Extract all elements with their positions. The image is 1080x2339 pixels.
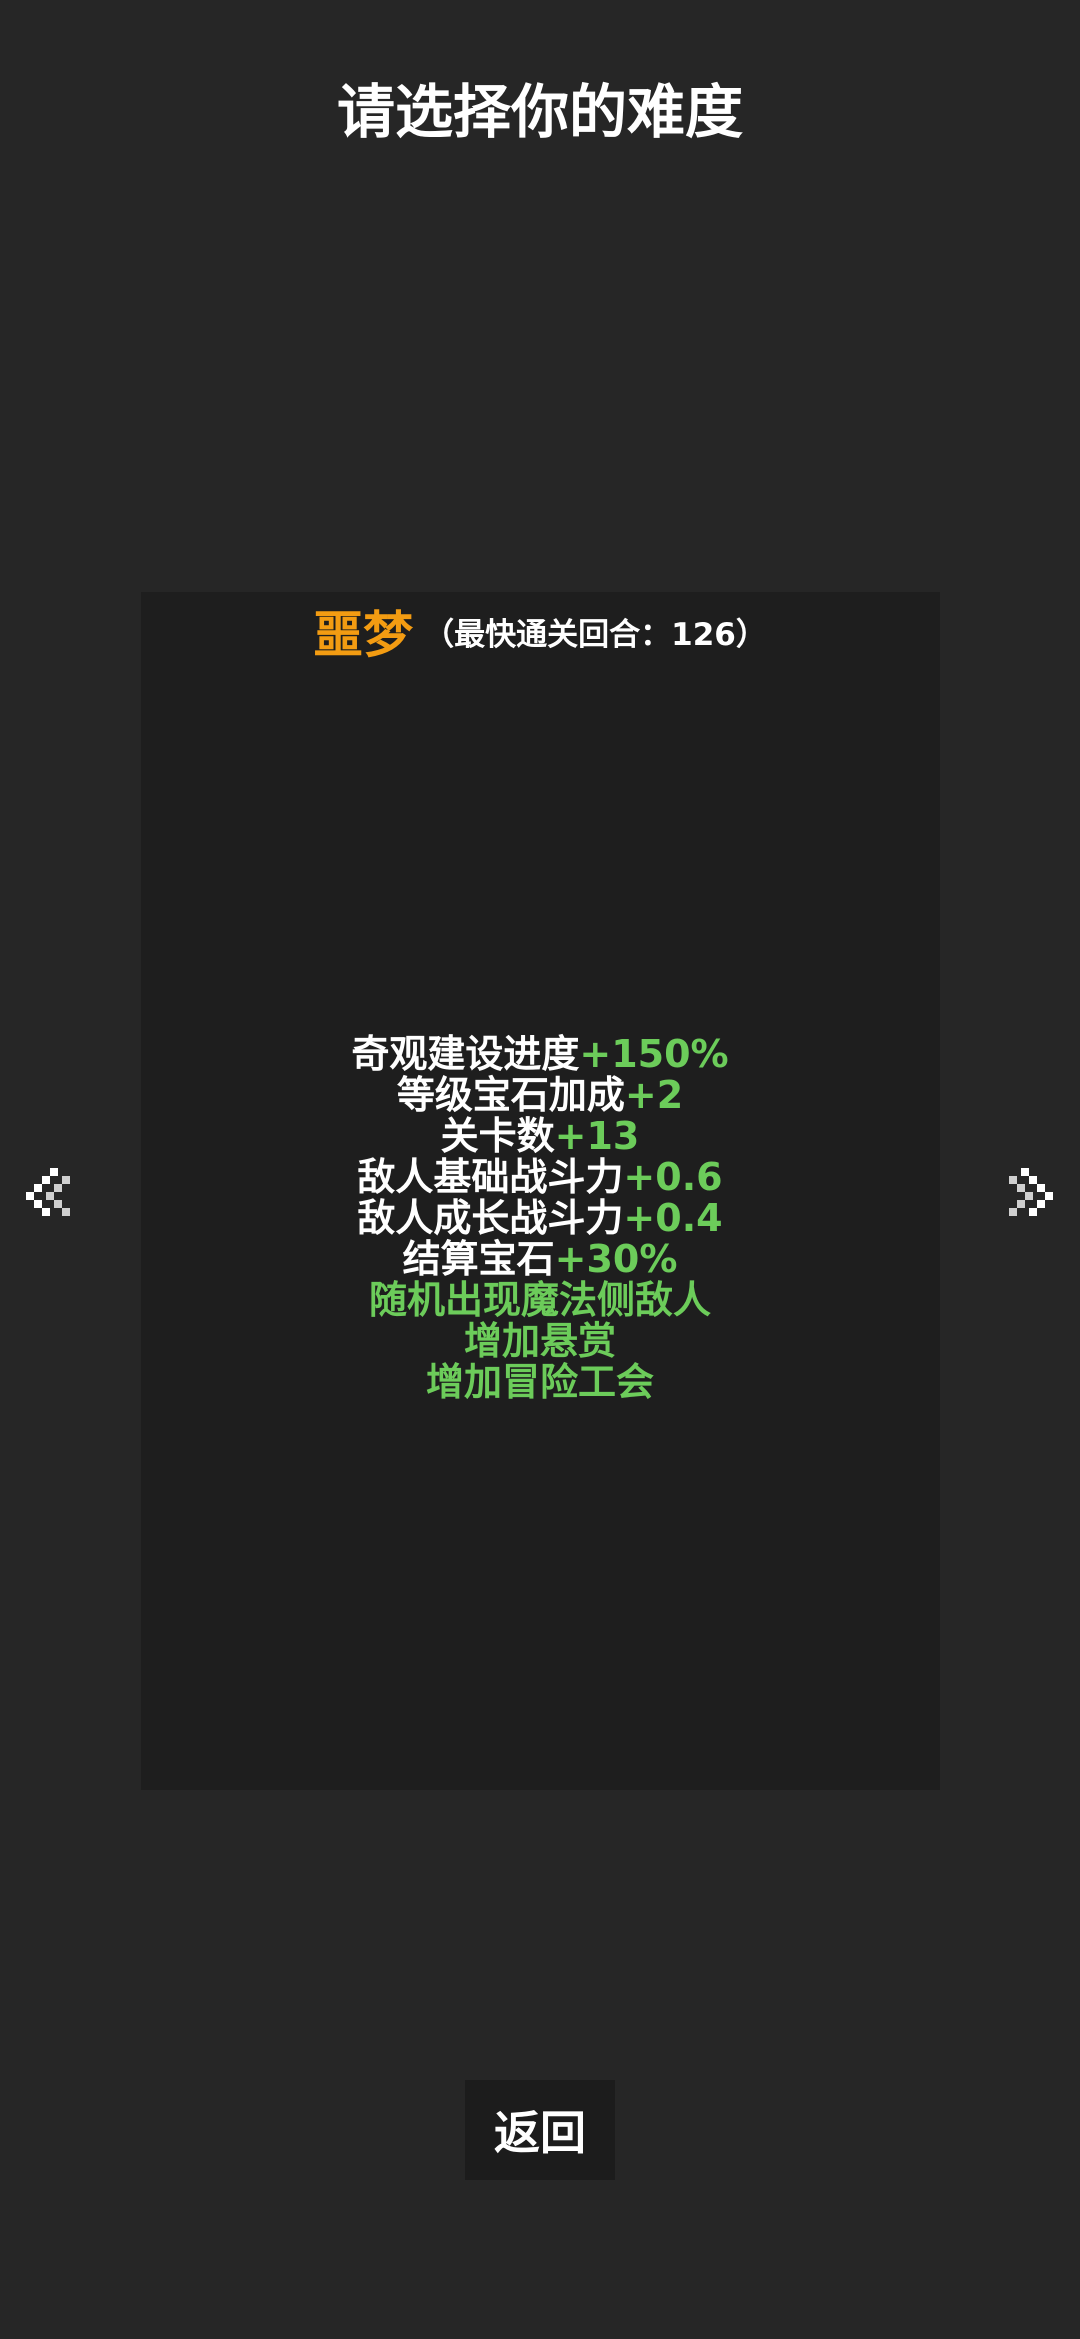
- effect-label: 增加冒险工会: [425, 1360, 654, 1404]
- page-title: 请选择你的难度: [336, 78, 743, 146]
- difficulty-effects-list: 奇观建设进度+150% 等级宝石加成+2 关卡数+13 敌人基础战斗力+0.6 …: [0, 1034, 1080, 1403]
- effect-item: 关卡数+13: [0, 1116, 1080, 1157]
- effect-label: 随机出现魔法侧敌人: [368, 1278, 711, 1322]
- effect-label: 增加悬赏: [463, 1319, 616, 1363]
- effect-item: 结算宝石+30%: [0, 1239, 1080, 1280]
- chevron-left-icon: [26, 1168, 70, 1216]
- effect-label: 结算宝石: [402, 1237, 555, 1281]
- effect-label: 关卡数: [440, 1114, 555, 1158]
- best-round-text: （最快通关回合：126）: [423, 616, 767, 653]
- prev-difficulty-button[interactable]: [22, 1164, 74, 1220]
- difficulty-name: 噩梦: [313, 606, 414, 664]
- effect-item: 等级宝石加成+2: [0, 1075, 1080, 1116]
- effect-item: 增加冒险工会: [0, 1362, 1080, 1403]
- effect-value: +2: [624, 1073, 684, 1117]
- effect-value: +13: [554, 1114, 640, 1158]
- effect-item: 随机出现魔法侧敌人: [0, 1280, 1080, 1321]
- effect-label: 等级宝石加成: [396, 1073, 625, 1117]
- effect-label: 奇观建设进度: [351, 1032, 580, 1076]
- effect-item: 敌人成长战斗力+0.4: [0, 1198, 1080, 1239]
- effect-label: 敌人基础战斗力: [357, 1155, 624, 1199]
- effect-value: +150%: [579, 1032, 729, 1076]
- next-difficulty-button[interactable]: [1005, 1164, 1057, 1220]
- effect-value: +0.6: [623, 1155, 723, 1199]
- effect-item: 奇观建设进度+150%: [0, 1034, 1080, 1075]
- effect-value: +30%: [554, 1237, 678, 1281]
- difficulty-header: 噩梦 （最快通关回合：126）: [0, 595, 1080, 667]
- back-button[interactable]: 返回: [465, 2080, 615, 2180]
- effect-value: +0.4: [623, 1196, 723, 1240]
- effect-label: 敌人成长战斗力: [357, 1196, 624, 1240]
- chevron-right-icon: [1009, 1168, 1053, 1216]
- effect-item: 增加悬赏: [0, 1321, 1080, 1362]
- effect-item: 敌人基础战斗力+0.6: [0, 1157, 1080, 1198]
